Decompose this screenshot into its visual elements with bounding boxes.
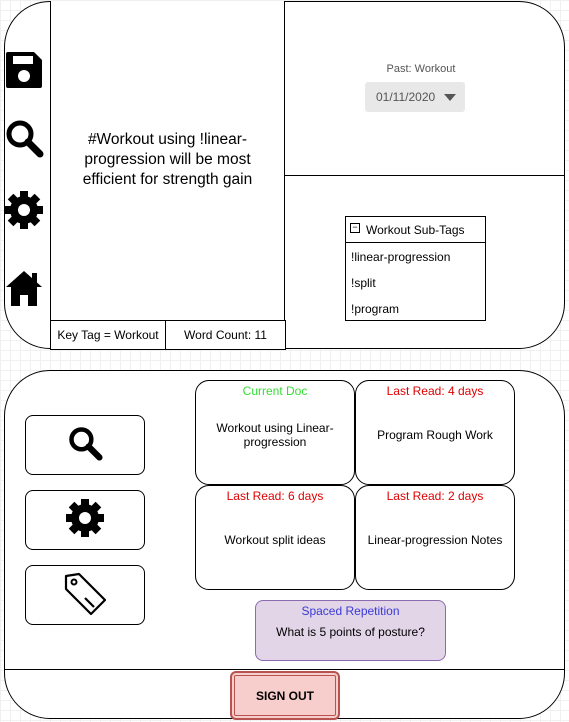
doc-title: Workout split ideas: [224, 533, 326, 547]
save-icon[interactable]: [4, 50, 46, 92]
subtag-item[interactable]: !program: [351, 302, 399, 316]
gear-icon[interactable]: [4, 190, 46, 232]
doc-status: Last Read: 6 days: [226, 489, 324, 503]
spaced-repetition-question: What is 5 points of posture?: [276, 625, 425, 639]
spaced-repetition-card[interactable]: Spaced Repetition What is 5 points of po…: [255, 600, 446, 661]
spaced-repetition-title: Spaced Repetition: [301, 604, 400, 618]
doc-card[interactable]: Last Read: 2 days Linear-progression Not…: [355, 485, 515, 590]
past-label: Past: Workout: [386, 63, 456, 75]
doc-card[interactable]: Last Read: 4 days Program Rough Work: [355, 380, 515, 485]
key-tag: Key Tag = Workout: [50, 320, 166, 350]
divider: [4, 669, 565, 670]
doc-title: Linear-progression Notes: [367, 533, 503, 547]
search-button[interactable]: [25, 415, 145, 475]
settings-button[interactable]: [25, 490, 145, 550]
date-dropdown[interactable]: 01/11/2020: [365, 82, 465, 112]
collapse-icon[interactable]: −: [350, 223, 360, 233]
doc-title: Workout using Linear-progression: [216, 421, 334, 449]
chevron-down-icon: [444, 94, 456, 101]
subtag-item[interactable]: !split: [351, 276, 376, 290]
search-icon[interactable]: [4, 118, 46, 160]
date-value: 01/11/2020: [376, 90, 436, 104]
sidebar: [4, 30, 50, 320]
search-icon: [67, 425, 103, 466]
subtags-title: Workout Sub-Tags: [366, 223, 465, 237]
subtags-panel: − Workout Sub-Tags !linear-progression !…: [345, 216, 486, 321]
doc-status: Last Read: 2 days: [386, 489, 484, 503]
note-text[interactable]: #Workout using !linear-progression will …: [60, 130, 275, 190]
subtags-header[interactable]: − Workout Sub-Tags: [346, 217, 485, 243]
doc-status: Last Read: 4 days: [386, 384, 484, 398]
doc-title: Program Rough Work: [377, 428, 493, 442]
home-icon[interactable]: [4, 268, 46, 310]
tag-icon: [61, 569, 109, 622]
tags-button[interactable]: [25, 565, 145, 625]
doc-card[interactable]: Current Doc Workout using Linear-progres…: [195, 380, 355, 485]
gear-icon: [65, 498, 105, 543]
sign-out-button[interactable]: SIGN OUT: [230, 671, 340, 720]
doc-status: Current Doc: [242, 384, 308, 398]
word-count: Word Count: 11: [165, 320, 286, 350]
subtag-item[interactable]: !linear-progression: [351, 250, 450, 264]
doc-card[interactable]: Last Read: 6 days Workout split ideas: [195, 485, 355, 590]
